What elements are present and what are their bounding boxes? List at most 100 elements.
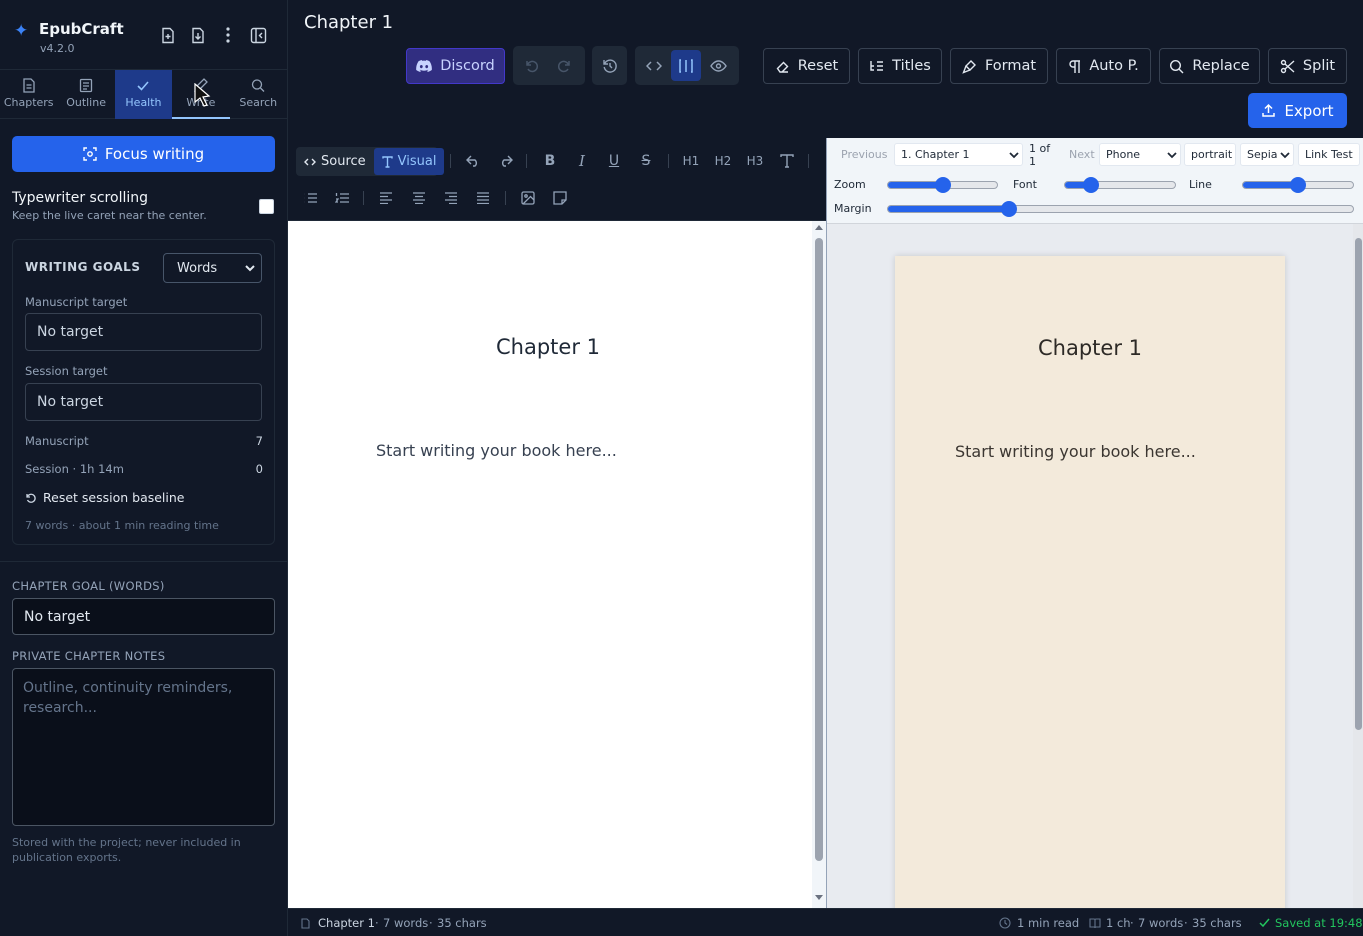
source-mode-button[interactable]: Source bbox=[296, 148, 374, 175]
toolbar-separator bbox=[505, 191, 506, 205]
heading2-button[interactable]: H2 bbox=[710, 148, 736, 174]
reset-button[interactable]: Reset bbox=[763, 48, 850, 84]
insert-note-button[interactable] bbox=[547, 185, 573, 211]
titles-button[interactable]: Titles bbox=[858, 48, 942, 84]
history-icon bbox=[602, 58, 617, 73]
align-right-button[interactable] bbox=[438, 185, 464, 211]
font-slider-knob[interactable] bbox=[1083, 177, 1100, 193]
line-slider-knob[interactable] bbox=[1290, 177, 1306, 193]
scroll-down-icon[interactable] bbox=[815, 895, 823, 901]
export-button[interactable]: Export bbox=[1248, 93, 1347, 128]
replace-button[interactable]: Replace bbox=[1159, 48, 1260, 84]
strikethrough-button[interactable]: S bbox=[633, 148, 659, 174]
paragraph-button[interactable] bbox=[774, 148, 800, 174]
format-button[interactable]: Format bbox=[950, 48, 1048, 84]
heading3-button[interactable]: H3 bbox=[742, 148, 768, 174]
history-button[interactable] bbox=[596, 50, 623, 81]
session-target-input[interactable]: No target bbox=[25, 383, 262, 421]
align-left-button[interactable] bbox=[373, 185, 399, 211]
search-icon bbox=[252, 79, 265, 92]
sidebar-tabs: Chapters Outline Health Write Search bbox=[0, 70, 288, 119]
insert-image-button[interactable] bbox=[515, 185, 541, 211]
chapter-select[interactable]: 1. Chapter 1 bbox=[894, 143, 1023, 166]
previous-button[interactable]: Previous bbox=[835, 143, 889, 166]
editor-content[interactable]: Chapter 1 Start writing your book here..… bbox=[288, 221, 826, 908]
discord-icon bbox=[416, 60, 433, 72]
preview-scrollbar[interactable] bbox=[1353, 224, 1363, 908]
theme-select[interactable]: Sepia bbox=[1240, 143, 1294, 166]
device-select[interactable]: Phone bbox=[1099, 143, 1181, 166]
goals-summary: 7 words · about 1 min reading time bbox=[25, 519, 219, 532]
next-button[interactable]: Next bbox=[1063, 143, 1095, 166]
chapter-notes-textarea[interactable]: Outline, continuity reminders, research.… bbox=[12, 668, 275, 826]
editor-scrollbar-thumb[interactable] bbox=[815, 238, 823, 861]
pilcrow-icon bbox=[1069, 59, 1081, 73]
discord-button[interactable]: Discord bbox=[406, 48, 505, 84]
zoom-slider[interactable] bbox=[887, 177, 998, 193]
split-view-button[interactable] bbox=[671, 50, 701, 81]
redo-button[interactable] bbox=[549, 50, 579, 81]
orientation-button[interactable]: portrait bbox=[1184, 143, 1236, 166]
sidebar-divider bbox=[0, 561, 288, 562]
undo-button[interactable] bbox=[460, 148, 486, 174]
toolbar-separator bbox=[363, 191, 364, 205]
reset-session-button[interactable]: Reset session baseline bbox=[25, 490, 185, 505]
typewriter-checkbox[interactable] bbox=[259, 199, 274, 214]
goal-unit-select[interactable]: Words bbox=[163, 253, 262, 283]
tab-health[interactable]: Health bbox=[114, 70, 173, 119]
undo-button[interactable] bbox=[517, 50, 547, 81]
align-justify-button[interactable] bbox=[470, 185, 496, 211]
zoom-slider-knob[interactable] bbox=[934, 177, 951, 193]
notes-footer: Stored with the project; never included … bbox=[12, 836, 241, 864]
import-file-icon[interactable] bbox=[187, 24, 209, 46]
editor-body-text[interactable]: Start writing your book here... bbox=[376, 441, 617, 460]
preview-scrollbar-thumb[interactable] bbox=[1355, 238, 1362, 730]
session-count-row: Session · 1h 14m 0 bbox=[25, 462, 263, 476]
more-menu-icon[interactable] bbox=[217, 24, 239, 46]
align-center-button[interactable] bbox=[406, 185, 432, 211]
line-slider[interactable] bbox=[1242, 177, 1354, 193]
collapse-sidebar-icon[interactable] bbox=[247, 24, 269, 46]
tab-outline[interactable]: Outline bbox=[57, 70, 114, 119]
format-label: Format bbox=[984, 58, 1037, 74]
status-read-time: 1 min read bbox=[1017, 916, 1080, 930]
visual-mode-label: Visual bbox=[397, 154, 437, 169]
redo-button[interactable] bbox=[492, 148, 518, 174]
link-test-button[interactable]: Link Test bbox=[1298, 143, 1360, 166]
code-view-button[interactable] bbox=[639, 50, 669, 81]
editor-chapter-heading[interactable]: Chapter 1 bbox=[288, 335, 808, 359]
chapter-goal-input[interactable]: No target bbox=[12, 598, 275, 635]
heading1-button[interactable]: H1 bbox=[678, 148, 704, 174]
eraser-icon bbox=[776, 61, 789, 73]
focus-writing-button[interactable]: Focus writing bbox=[12, 136, 275, 172]
preview-view-button[interactable] bbox=[703, 50, 733, 81]
scroll-up-icon[interactable] bbox=[815, 225, 823, 231]
chevron-down-icon bbox=[1167, 152, 1177, 159]
font-slider[interactable] bbox=[1064, 177, 1176, 193]
status-chapter: Chapter 1 bbox=[318, 916, 375, 930]
numbered-list-button[interactable] bbox=[329, 185, 355, 211]
reset-session-label: Reset session baseline bbox=[43, 490, 185, 505]
bullet-list-button[interactable] bbox=[297, 185, 323, 211]
align-justify-icon bbox=[477, 192, 489, 204]
manuscript-target-input[interactable]: No target bbox=[25, 313, 262, 351]
new-file-icon[interactable] bbox=[157, 24, 179, 46]
toolbar-separator bbox=[668, 154, 669, 168]
margin-slider-knob[interactable] bbox=[1000, 201, 1017, 217]
redo-icon bbox=[501, 155, 513, 167]
book-icon bbox=[1089, 918, 1101, 929]
tab-chapters[interactable]: Chapters bbox=[0, 70, 57, 119]
redo-icon bbox=[557, 60, 570, 72]
tab-search[interactable]: Search bbox=[230, 70, 287, 119]
margin-slider[interactable] bbox=[887, 201, 1354, 217]
bold-button[interactable]: B bbox=[537, 148, 563, 174]
heading3-icon: H3 bbox=[746, 154, 764, 168]
underline-button[interactable]: U bbox=[601, 148, 627, 174]
outline-icon bbox=[79, 78, 93, 93]
auto-paragraph-button[interactable]: Auto P. bbox=[1056, 48, 1151, 84]
visual-mode-button[interactable]: Visual bbox=[373, 148, 445, 175]
split-label: Split bbox=[1302, 58, 1336, 74]
italic-button[interactable]: I bbox=[569, 148, 595, 174]
editor-scrollbar[interactable] bbox=[812, 221, 826, 908]
split-button[interactable]: Split bbox=[1268, 48, 1347, 84]
